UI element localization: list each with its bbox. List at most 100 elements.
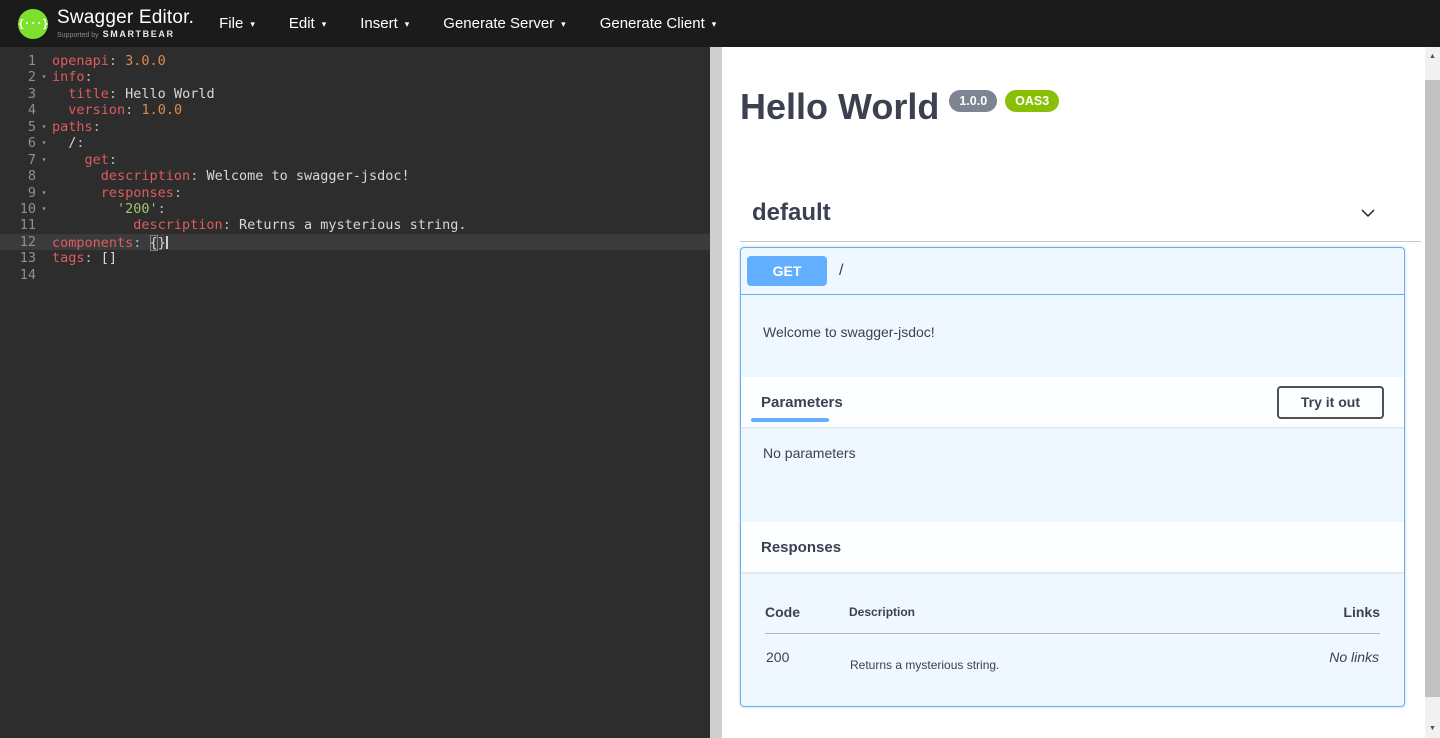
topbar: {···} Swagger Editor. Supported by SMART… [0,0,1440,47]
yaml-editor[interactable]: 1openapi: 3.0.02▾info:3 title: Hello Wor… [0,47,710,738]
fold-marker-icon[interactable]: ▾ [36,152,52,168]
code-text: '200': [52,201,710,217]
response-code: 200 [765,634,849,674]
tag-section-default[interactable]: default [740,199,1421,242]
parameters-header: Parameters Try it out [741,377,1404,427]
code-text: title: Hello World [52,86,710,102]
opblock-summary[interactable]: GET / [741,248,1404,295]
responses-body: Code Description Links 200 Returns a mys… [741,572,1404,706]
caret-down-icon: ▾ [712,20,717,29]
scrollbar-up-arrow-icon[interactable]: ▲ [1425,49,1440,64]
response-links: No links [1245,634,1380,674]
code-text [52,267,710,283]
scrollbar[interactable]: ▲ ▼ [1425,47,1440,738]
code-text: openapi: 3.0.0 [52,53,710,69]
caret-down-icon: ▾ [322,20,327,29]
editor-line-2[interactable]: 2▾info: [0,69,710,85]
pane-splitter[interactable] [710,47,722,738]
parameters-body: No parameters [741,427,1404,522]
try-it-out-button[interactable]: Try it out [1277,386,1384,419]
code-text: info: [52,69,710,85]
response-row-200: 200 Returns a mysterious string. No link… [765,634,1380,674]
fold-gutter [36,250,52,266]
editor-line-8[interactable]: 8 description: Welcome to swagger-jsdoc! [0,168,710,184]
code-text: components: {} [52,234,710,250]
line-number: 7 [0,152,36,168]
fold-gutter [36,168,52,184]
editor-line-10[interactable]: 10▾ '200': [0,201,710,217]
tab-parameters[interactable]: Parameters [761,394,843,411]
fold-marker-icon[interactable]: ▾ [36,135,52,151]
menu-generate-server[interactable]: Generate Server▾ [426,0,582,47]
code-text: /: [52,135,710,151]
text-cursor [166,236,168,249]
code-text: paths: [52,119,710,135]
scrollbar-thumb[interactable] [1425,80,1440,697]
editor-line-5[interactable]: 5▾paths: [0,119,710,135]
fold-marker-icon[interactable]: ▾ [36,185,52,201]
menu-file[interactable]: File▾ [202,0,272,47]
caret-down-icon: ▾ [250,20,255,29]
line-number: 2 [0,69,36,85]
code-text: responses: [52,185,710,201]
editor-line-7[interactable]: 7▾ get: [0,152,710,168]
code-text: get: [52,152,710,168]
oas3-badge: OAS3 [1005,90,1059,112]
fold-gutter [36,86,52,102]
smartbear-label: SMARTBEAR [103,29,175,39]
menu-generate-client[interactable]: Generate Client ▾ [583,0,734,47]
method-get-badge: GET [747,256,827,286]
editor-line-3[interactable]: 3 title: Hello World [0,86,710,102]
editor-line-12[interactable]: 12 components: {} [0,234,710,250]
line-number: 9 [0,185,36,201]
menu-insert[interactable]: Insert ▾ [343,0,426,47]
brand-subtitle: Supported by SMARTBEAR [57,29,194,39]
line-number: 3 [0,86,36,102]
api-badges: 1.0.0 OAS3 [949,90,1059,112]
menu-label: Insert [360,15,398,32]
line-number: 10 [0,201,36,217]
swagger-preview-pane: Hello World 1.0.0 OAS3 default GET / Wel… [722,47,1440,738]
editor-line-13[interactable]: 13tags: [] [0,250,710,266]
tag-title: default [752,199,831,227]
code-text: description: Welcome to swagger-jsdoc! [52,168,710,184]
fold-marker-icon[interactable]: ▾ [36,69,52,85]
menu-label: Generate Client [600,15,705,32]
fold-gutter [36,267,52,283]
menu-bar: File▾Edit▾Insert▾Generate Server▾Generat… [202,0,733,47]
chevron-down-icon[interactable] [1358,203,1378,223]
line-number: 14 [0,267,36,283]
line-number: 4 [0,102,36,118]
active-tab-underline [751,418,829,422]
editor-line-14[interactable]: 14 [0,267,710,283]
no-parameters-label: No parameters [763,445,856,461]
responses-table: Code Description Links 200 Returns a mys… [765,590,1380,673]
column-header-code: Code [765,590,849,634]
line-number: 5 [0,119,36,135]
editor-line-1[interactable]: 1openapi: 3.0.0 [0,53,710,69]
responses-table-header-row: Code Description Links [765,590,1380,634]
column-header-description: Description [849,590,1245,634]
fold-marker-icon[interactable]: ▾ [36,119,52,135]
editor-line-6[interactable]: 6▾ /: [0,135,710,151]
api-title: Hello World [740,88,939,126]
swagger-editor-logo[interactable]: {···} Swagger Editor. Supported by SMART… [18,8,194,39]
opblock-get-root: GET / Welcome to swagger-jsdoc! Paramete… [740,247,1405,707]
line-number: 8 [0,168,36,184]
responses-header: Responses [741,522,1404,572]
line-number: 13 [0,250,36,266]
line-number: 12 [0,234,36,250]
fold-gutter [36,102,52,118]
operation-path: / [839,262,843,280]
fold-gutter [36,234,52,250]
editor-line-9[interactable]: 9▾ responses: [0,185,710,201]
editor-line-11[interactable]: 11 description: Returns a mysterious str… [0,217,710,233]
scrollbar-down-arrow-icon[interactable]: ▼ [1425,721,1440,736]
editor-line-4[interactable]: 4 version: 1.0.0 [0,102,710,118]
fold-gutter [36,217,52,233]
fold-marker-icon[interactable]: ▾ [36,201,52,217]
responses-title: Responses [761,539,841,556]
menu-edit[interactable]: Edit▾ [272,0,343,47]
brand-title: Swagger Editor. [57,8,194,28]
caret-down-icon: ▾ [405,20,410,29]
